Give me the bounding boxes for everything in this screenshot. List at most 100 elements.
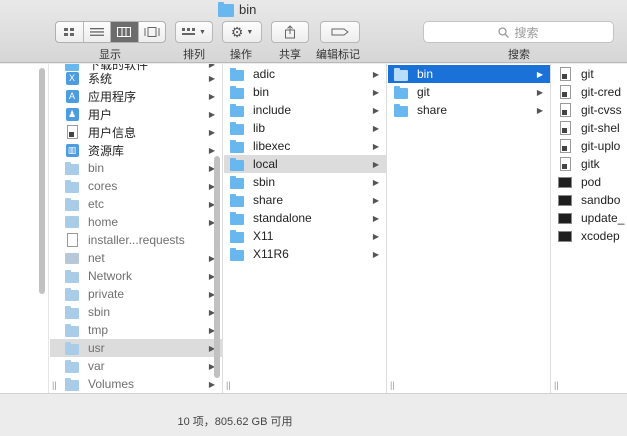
action-label: 操作 [230, 49, 252, 61]
item-label: gitk [581, 157, 600, 171]
list-item[interactable]: Network ▶ [50, 267, 222, 285]
edit-tags-button[interactable] [320, 21, 360, 43]
column-resize-handle[interactable]: || [390, 380, 395, 390]
list-item[interactable]: sbin ▶ [50, 303, 222, 321]
list-item[interactable]: git-shel [552, 119, 627, 137]
list-item[interactable]: ♟ 用户 ▶ [50, 105, 222, 123]
list-item[interactable]: share ▶ [388, 101, 550, 119]
list-item[interactable]: update_ [552, 209, 627, 227]
library-folder-icon: ▥ [65, 143, 79, 157]
folder-icon [230, 67, 244, 81]
item-label: libexec [253, 139, 291, 153]
list-item[interactable]: bin ▶ [388, 65, 550, 83]
terminal-icon [558, 212, 572, 224]
list-item[interactable]: adic ▶ [224, 65, 386, 83]
list-item[interactable]: gitk [552, 155, 627, 173]
list-item[interactable]: libexec ▶ [224, 137, 386, 155]
chevron-right-icon: ▶ [208, 145, 215, 155]
list-item[interactable]: bin ▶ [50, 159, 222, 177]
view-mode-segmented-control[interactable] [55, 21, 166, 43]
list-item[interactable]: git-cred [552, 83, 627, 101]
list-item[interactable]: standalone ▶ [224, 209, 386, 227]
users-folder-icon: ♟ [65, 107, 79, 121]
list-item[interactable]: sbin ▶ [224, 173, 386, 191]
alias-folder-icon [65, 359, 79, 373]
list-item[interactable]: xcodep [552, 227, 627, 245]
list-item[interactable]: tmp ▶ [50, 321, 222, 339]
alias-folder-icon [65, 323, 79, 337]
folder-icon [65, 377, 79, 391]
folder-icon [394, 67, 408, 81]
list-item[interactable]: sandbo [552, 191, 627, 209]
item-label: cores [88, 179, 118, 193]
item-label: 用户 [88, 107, 113, 122]
list-item[interactable]: home ▶ [50, 213, 222, 231]
list-item[interactable]: private ▶ [50, 285, 222, 303]
search-input[interactable]: 搜索 [423, 21, 614, 43]
chevron-right-icon: ▶ [372, 177, 379, 187]
item-label: bin [88, 161, 105, 175]
column-resize-handle[interactable]: || [226, 380, 231, 390]
list-item[interactable]: usr ▶ [50, 339, 222, 357]
item-label: X11R6 [253, 247, 289, 261]
gallery-view-button[interactable] [139, 22, 166, 42]
document-icon [559, 139, 571, 153]
item-label: sbin [253, 175, 276, 189]
action-button[interactable]: ⚙ ▼ [222, 21, 262, 43]
list-item[interactable]: Volumes ▶ [50, 375, 222, 393]
item-label: Network [88, 269, 133, 283]
item-label: git [417, 85, 430, 99]
view-label: 显示 [99, 49, 121, 61]
list-item[interactable]: X 系统 ▶ [50, 69, 222, 87]
folder-icon [230, 193, 244, 207]
item-label: 系统 [88, 71, 113, 86]
alias-folder-icon [230, 247, 244, 261]
share-button[interactable] [271, 21, 309, 43]
list-item[interactable]: lib ▶ [224, 119, 386, 137]
list-item[interactable]: bin ▶ [224, 83, 386, 101]
list-item[interactable]: git-uplo [552, 137, 627, 155]
item-label: git-shel [581, 121, 620, 135]
item-label: private [88, 287, 125, 301]
document-icon [559, 121, 571, 135]
item-label: net [88, 251, 105, 265]
document-icon [559, 103, 571, 117]
list-view-button[interactable] [84, 22, 111, 42]
list-item[interactable]: etc ▶ [50, 195, 222, 213]
column-view-button[interactable] [111, 22, 139, 42]
list-item[interactable]: X11R6 ▶ [224, 245, 386, 263]
item-label: tmp [88, 323, 109, 337]
chevron-right-icon: ▶ [372, 249, 379, 259]
arrange-button[interactable]: ▼ [175, 21, 213, 43]
chevron-right-icon: ▶ [372, 69, 379, 79]
list-item[interactable]: share ▶ [224, 191, 386, 209]
item-label: bin [253, 85, 270, 99]
list-item[interactable]: git ▶ [388, 83, 550, 101]
chevron-right-icon: ▶ [208, 379, 215, 389]
column-resize-handle[interactable]: || [554, 380, 559, 390]
item-label: sandbo [581, 193, 621, 207]
list-item[interactable]: installer...requests [50, 231, 222, 249]
list-item[interactable]: git [552, 65, 627, 83]
folder-icon [394, 85, 408, 99]
scrollbar-thumb[interactable] [39, 68, 45, 294]
item-label: local [253, 157, 278, 171]
list-item[interactable]: A 应用程序 ▶ [50, 87, 222, 105]
item-label: update_ [581, 211, 625, 225]
list-item[interactable]: ▥ 资源库 ▶ [50, 141, 222, 159]
column-resize-handle[interactable]: || [52, 380, 57, 390]
item-label: standalone [253, 211, 312, 225]
list-item[interactable]: cores ▶ [50, 177, 222, 195]
list-item[interactable]: pod [552, 173, 627, 191]
list-item[interactable]: include ▶ [224, 101, 386, 119]
list-item[interactable]: local ▶ [224, 155, 386, 173]
icon-view-button[interactable] [56, 22, 84, 42]
list-item[interactable]: X11 ▶ [224, 227, 386, 245]
scrollbar-thumb[interactable] [214, 156, 220, 378]
toolbar: bin 显示 ▼ 排列 ⚙ ▼ 操作 共享 编辑标记 搜索 搜索 [0, 0, 627, 63]
list-item[interactable]: git-cvss [552, 101, 627, 119]
folder-icon [65, 305, 79, 319]
list-item[interactable]: var ▶ [50, 357, 222, 375]
list-item[interactable]: net ▶ [50, 249, 222, 267]
list-item[interactable]: 用户信息 ▶ [50, 123, 222, 141]
